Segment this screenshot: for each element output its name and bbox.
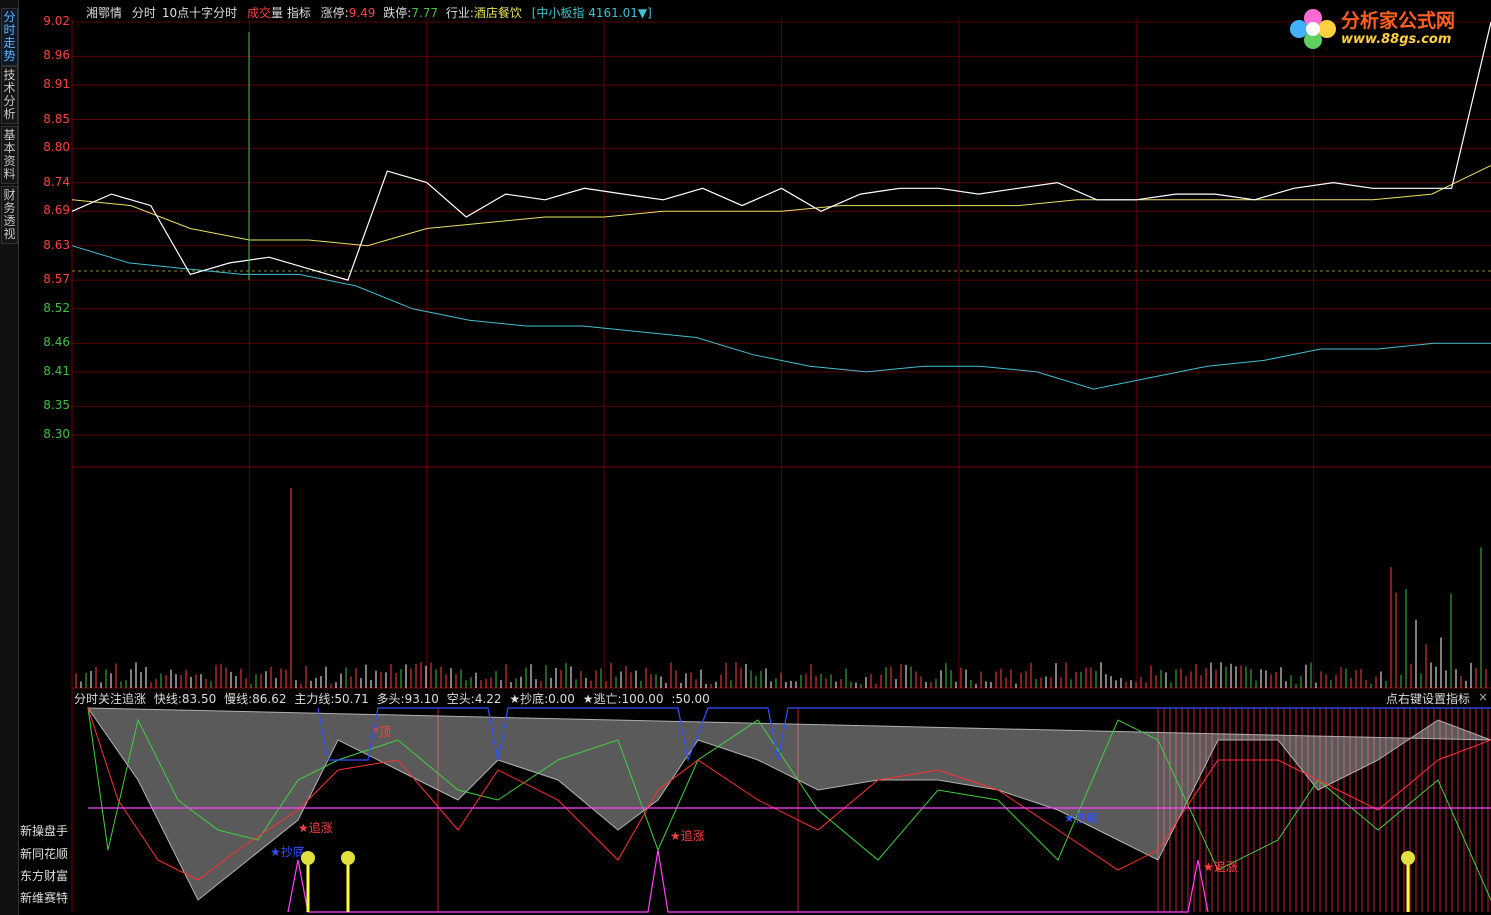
price-tick: 9.02 [43,14,70,28]
side-menu-item[interactable]: 新同花顺 [20,845,68,862]
side-menu-item[interactable]: 新维赛特 [20,889,68,906]
stock-name: 湘鄂情 [86,6,123,20]
fast-line-value: 快线:83.50 [153,692,217,706]
bottom-value: ★抄底:0.00 [509,692,575,706]
indicator-label[interactable]: 指标 [287,6,311,20]
chart-header: 湘鄂情 分时 10点十字分时 成交量 指标 涨停:9.49 跌停:7.77 行业:… [86,4,658,21]
volume-label[interactable]: 成交量 [247,6,283,20]
price-tick: 8.74 [43,174,70,189]
price-tick: 8.46 [43,335,70,350]
settings-link[interactable]: 点右键设置指标 [1386,690,1470,707]
side-menu-item[interactable]: 新操盘手 [20,822,68,839]
escape-value: ★逃亡:100.00 [582,692,664,706]
side-menu-item[interactable]: 东方财富 [20,867,68,884]
indicator-line [87,707,1491,901]
industry-value: 酒店餐饮 [473,6,522,20]
limit-down-value: 7.77 [411,6,439,20]
price-tick: 8.91 [43,77,70,92]
price-tick: 8.52 [43,300,70,315]
price-tick: 8.41 [43,363,70,378]
annotation-bottom: ★抄底 [270,844,305,859]
volume-label-b: 量 [270,6,283,20]
price-tick: 8.80 [43,140,70,155]
bear-value: 空头:4.22 [446,692,502,706]
tab-fundamentals[interactable]: 基本资料 [1,126,18,184]
price-tick: 8.63 [43,237,70,252]
price-tick: 8.57 [43,272,70,287]
annotation-chase: ★追涨 [298,820,333,835]
limit-down: 跌停:7.77 [383,6,438,20]
intraday-chart[interactable]: *顶 ★追涨 ★追涨 ★追涨 ★抄底 ★抄底 [18,0,1491,915]
view-tabs: 分时走势 技术分析 基本资料 财务透视 [0,0,19,915]
indicator-name[interactable]: 10点十字分时 [162,6,237,20]
limit-up: 涨停:9.49 [321,6,376,20]
price-tick: 8.69 [43,203,70,218]
logo-title: 分析家公式网 [1341,10,1456,32]
slow-line-value: 慢线:86.62 [224,692,287,706]
main-line-value: 主力线:50.71 [294,692,369,706]
annotation-top: *顶 [373,725,391,739]
tab-financials[interactable]: 财务透视 [1,186,18,244]
indicator-line [287,849,1209,913]
limit-down-label: 跌停: [383,6,412,20]
price-tick: 8.30 [43,427,70,441]
limit-up-label: 涨停: [320,6,349,20]
view-name[interactable]: 分时 [132,6,156,20]
price-tick: 8.96 [43,48,70,63]
index-quote[interactable]: [中小板指 4161.01▼] [532,6,652,20]
tab-technical[interactable]: 技术分析 [1,66,18,124]
flower-icon [1290,9,1336,49]
tab-intraday[interactable]: 分时走势 [1,8,18,66]
extra-value: :50.00 [671,692,710,706]
annotation-chase: ★追涨 [1203,859,1238,874]
annotation-chase: ★追涨 [670,828,705,843]
bull-value: 多头:93.10 [376,692,439,706]
industry-label: 行业: [445,6,474,20]
volume-label-a: 成交 [246,6,271,20]
logo-url: www.88gs.com [1341,32,1452,47]
price-tick: 8.85 [43,111,70,126]
limit-up-value: 9.49 [348,6,376,20]
price-tick: 8.35 [43,398,70,413]
annotation-bottom: ★抄底 [1064,810,1099,825]
close-icon[interactable]: × [1478,690,1488,704]
indicator-title[interactable]: 分时关注追涨 [74,692,146,706]
site-logo: 分析家公式网 www.88gs.com [1283,4,1483,54]
indicator-header: 分时关注追涨 快线:83.50 慢线:86.62 主力线:50.71 多头:93… [74,690,714,707]
industry[interactable]: 行业:酒店餐饮 [446,6,522,20]
